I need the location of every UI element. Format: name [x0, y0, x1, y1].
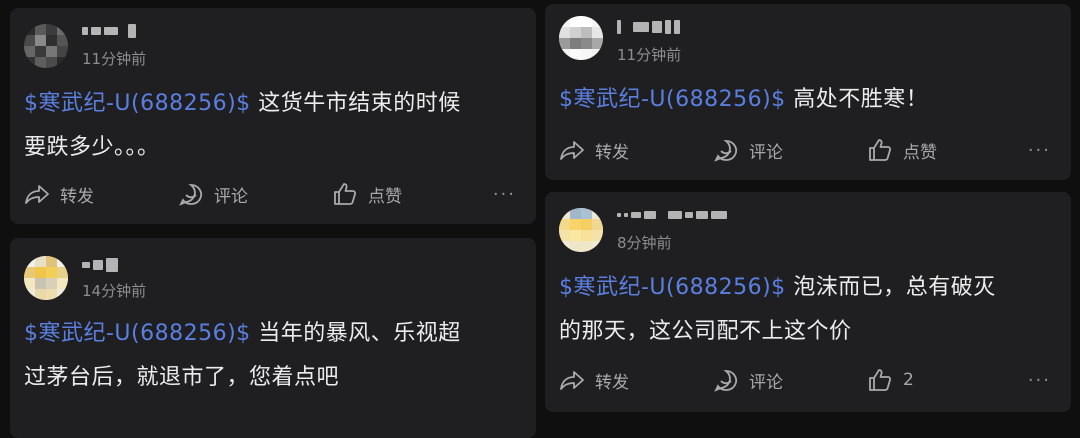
like-label: 点赞 [368, 186, 402, 207]
action-bar: 转发 评论 点赞 ··· [559, 136, 1057, 164]
avatar[interactable] [559, 16, 603, 60]
comment-label: 评论 [214, 186, 248, 207]
post-content: $寒武纪-U(688256)$ 泡沫而已，总有破灭 的那天，这公司配不上这个价 [559, 266, 996, 354]
comment-button[interactable]: 评论 [713, 368, 783, 393]
username-redacted[interactable] [82, 22, 136, 40]
post-text-line1: 泡沫而已，总有破灭 [793, 275, 996, 300]
like-count: 2 [903, 370, 914, 390]
share-label: 转发 [60, 186, 94, 207]
share-icon [560, 371, 584, 390]
comment-icon [179, 184, 203, 206]
share-button[interactable]: 转发 [559, 368, 629, 393]
share-icon [25, 185, 49, 204]
post-card-1[interactable]: 11分钟前 $寒武纪-U(688256)$ 这货牛市结束的时候 要跌多少。。。 … [10, 8, 536, 224]
like-button[interactable]: 2 [867, 368, 914, 392]
post-text-line2: 要跌多少。。。 [24, 135, 160, 160]
share-button[interactable]: 转发 [24, 182, 94, 207]
post-card-3[interactable]: 11分钟前 $寒武纪-U(688256)$ 高处不胜寒！ 转发 评论 点赞 ··… [545, 4, 1071, 180]
post-time: 11分钟前 [617, 46, 682, 64]
avatar[interactable] [559, 208, 603, 252]
post-card-4[interactable]: 8分钟前 $寒武纪-U(688256)$ 泡沫而已，总有破灭 的那天，这公司配不… [545, 192, 1071, 412]
post-content: $寒武纪-U(688256)$ 这货牛市结束的时候 要跌多少。。。 [24, 82, 461, 170]
like-button[interactable]: 点赞 [332, 182, 402, 207]
thumbs-up-icon [869, 139, 892, 161]
avatar[interactable] [24, 24, 68, 68]
username-redacted[interactable] [617, 18, 680, 36]
post-time: 11分钟前 [82, 50, 147, 68]
post-text-line2: 的那天，这公司配不上这个价 [559, 319, 852, 344]
like-label: 点赞 [903, 142, 937, 163]
share-label: 转发 [595, 372, 629, 393]
post-content: $寒武纪-U(688256)$ 当年的暴风、乐视超 过茅台后，就退市了，您着点吧 [24, 312, 461, 400]
comment-label: 评论 [749, 142, 783, 163]
post-text-line1: 当年的暴风、乐视超 [258, 321, 461, 346]
username-redacted[interactable] [82, 256, 118, 274]
share-button[interactable]: 转发 [559, 138, 629, 163]
thumbs-up-icon [869, 369, 892, 391]
stock-tag-link[interactable]: $寒武纪-U(688256)$ [24, 91, 251, 116]
action-bar: 转发 评论 点赞 ··· [24, 180, 522, 208]
more-icon[interactable]: ··· [1028, 370, 1051, 391]
post-time: 14分钟前 [82, 282, 147, 300]
post-text-line1: 这货牛市结束的时候 [258, 91, 461, 116]
avatar[interactable] [24, 256, 68, 300]
like-button[interactable]: 点赞 [867, 138, 937, 163]
stock-tag-link[interactable]: $寒武纪-U(688256)$ [559, 275, 786, 300]
username-redacted[interactable] [617, 206, 727, 224]
more-icon[interactable]: ··· [493, 184, 516, 205]
post-card-2[interactable]: 14分钟前 $寒武纪-U(688256)$ 当年的暴风、乐视超 过茅台后，就退市… [10, 238, 536, 438]
share-label: 转发 [595, 142, 629, 163]
post-time: 8分钟前 [617, 234, 672, 252]
post-text-line1: 高处不胜寒！ [793, 87, 929, 112]
action-bar: 转发 评论 2 ··· [559, 366, 1057, 394]
comment-button[interactable]: 评论 [713, 138, 783, 163]
stock-tag-link[interactable]: $寒武纪-U(688256)$ [24, 321, 251, 346]
comment-label: 评论 [749, 372, 783, 393]
stock-tag-link[interactable]: $寒武纪-U(688256)$ [559, 87, 786, 112]
comment-icon [714, 370, 738, 392]
share-icon [560, 141, 584, 160]
post-text-line2: 过茅台后，就退市了，您着点吧 [24, 365, 340, 390]
more-icon[interactable]: ··· [1028, 140, 1051, 161]
comment-icon [714, 140, 738, 162]
thumbs-up-icon [334, 183, 357, 205]
post-content: $寒武纪-U(688256)$ 高处不胜寒！ [559, 78, 928, 122]
comment-button[interactable]: 评论 [178, 182, 248, 207]
